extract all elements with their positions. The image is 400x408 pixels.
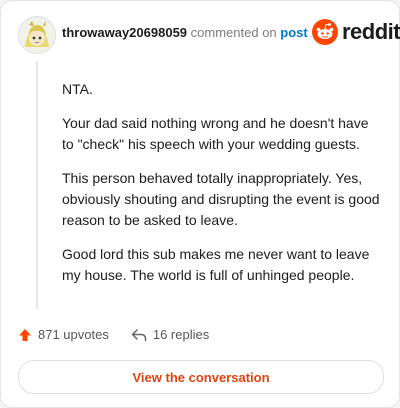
user-avatar[interactable] <box>18 16 56 54</box>
comment-paragraph: Good lord this sub makes me never want t… <box>62 246 370 283</box>
reddit-wordmark: reddit <box>342 19 400 44</box>
comment-paragraph: Your dad said nothing wrong and he doesn… <box>62 115 369 152</box>
comment-body: NTA. Your dad said nothing wrong and he … <box>62 79 380 299</box>
replies-count: 16 replies <box>152 327 210 342</box>
comment-card: throwaway20698059 commented on post redd… <box>0 0 400 408</box>
comment-header: throwaway20698059 commented on post <box>62 25 308 40</box>
username-link[interactable]: throwaway20698059 <box>62 25 187 40</box>
upvotes-stat[interactable]: 871 upvotes <box>18 327 109 342</box>
comment-footer: 871 upvotes 16 replies <box>18 327 209 342</box>
upvote-arrow-icon <box>19 328 31 341</box>
comment-paragraph: NTA. <box>62 81 93 97</box>
thread-line <box>36 61 38 309</box>
upvotes-count: 871 upvotes <box>38 327 109 342</box>
commented-label: commented on <box>190 25 277 40</box>
post-link[interactable]: post <box>280 25 307 40</box>
reddit-snoo-icon <box>312 19 338 45</box>
reddit-logo[interactable]: reddit <box>312 19 400 45</box>
comment-paragraph: This person behaved totally inappropriat… <box>62 170 380 228</box>
reply-icon <box>131 328 147 341</box>
replies-stat[interactable]: 16 replies <box>131 327 209 342</box>
view-conversation-button[interactable]: View the conversation <box>18 360 384 394</box>
